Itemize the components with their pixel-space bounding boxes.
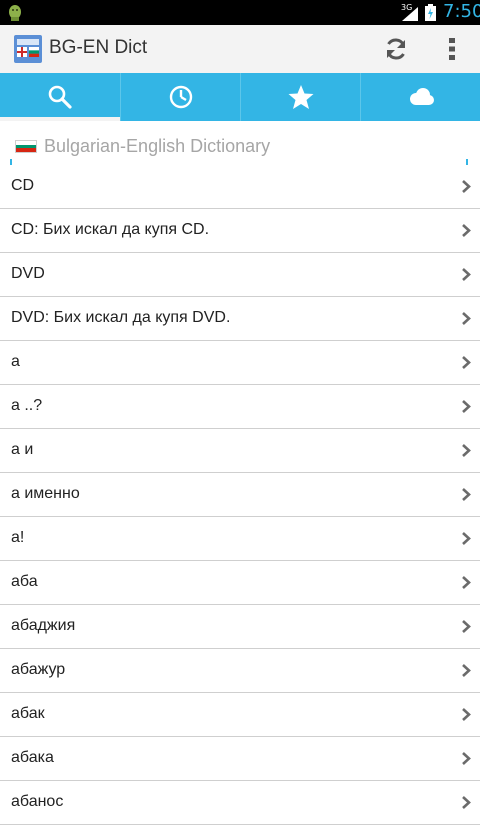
chevron-right-icon (462, 268, 471, 281)
app-title: BG-EN Dict (49, 37, 148, 58)
list-item[interactable]: CD (0, 165, 480, 209)
list-item[interactable]: абаджия (0, 605, 480, 649)
search-bar (0, 121, 480, 167)
tab-favorites[interactable] (240, 73, 360, 121)
chevron-right-icon (462, 708, 471, 721)
cloud-icon (409, 88, 434, 105)
tab-search[interactable] (0, 73, 120, 121)
list-item[interactable]: а именно (0, 473, 480, 517)
tab-history[interactable] (120, 73, 240, 121)
list-item[interactable]: DVD: Бих искал да купя DVD. (0, 297, 480, 341)
chevron-right-icon (462, 400, 471, 413)
list-item-label: а ..? (11, 397, 43, 414)
list-item-label: DVD: Бих искал да купя DVD. (11, 309, 231, 326)
list-item-label: аба (11, 573, 38, 590)
list-item-label: DVD (11, 265, 45, 282)
status-bar: 3G 7:50 (0, 0, 480, 25)
refresh-button[interactable] (376, 29, 416, 69)
list-item-label: а (11, 353, 20, 370)
list-item-label: CD: Бих искал да купя CD. (11, 221, 210, 238)
signal-strength-icon (402, 7, 418, 21)
list-item[interactable]: DVD (0, 253, 480, 297)
chevron-right-icon (462, 356, 471, 369)
list-item[interactable]: а ..? (0, 385, 480, 429)
list-item[interactable]: а (0, 341, 480, 385)
list-item-label: абанос (11, 793, 64, 810)
list-item[interactable]: абака (0, 737, 480, 781)
chevron-right-icon (462, 224, 471, 237)
chevron-right-icon (462, 576, 471, 589)
list-item[interactable]: абанос (0, 781, 480, 825)
bulgarian-flag-icon (15, 140, 37, 153)
status-clock: 7:50 (443, 1, 480, 22)
list-item[interactable]: абажур (0, 649, 480, 693)
list-item-label: CD (11, 177, 35, 194)
clock-icon (169, 85, 192, 109)
tab-cloud[interactable] (360, 73, 480, 121)
chevron-right-icon (462, 180, 471, 193)
chevron-right-icon (462, 620, 471, 633)
app-logo-icon (14, 35, 42, 63)
list-item[interactable]: аба (0, 561, 480, 605)
list-item-label: абак (11, 705, 45, 722)
more-vertical-icon (449, 38, 455, 60)
list-item-label: а! (11, 529, 25, 546)
chevron-right-icon (462, 312, 471, 325)
chevron-right-icon (462, 532, 471, 545)
refresh-icon (387, 38, 405, 60)
search-input[interactable] (44, 133, 460, 159)
chevron-right-icon (462, 664, 471, 677)
chevron-right-icon (462, 444, 471, 457)
search-icon (48, 85, 72, 109)
chevron-right-icon (462, 796, 471, 809)
chevron-right-icon (462, 752, 471, 765)
chevron-right-icon (462, 488, 471, 501)
list-item[interactable]: а и (0, 429, 480, 473)
star-icon (288, 85, 313, 109)
list-item-label: абаджия (11, 617, 76, 634)
overflow-menu-button[interactable] (436, 29, 468, 69)
list-item-label: абажур (11, 661, 66, 678)
list-item[interactable]: абак (0, 693, 480, 737)
tab-bar (0, 73, 480, 121)
list-item-label: абака (11, 749, 54, 766)
list-item[interactable]: CD: Бих искал да купя CD. (0, 209, 480, 253)
word-list: CD CD: Бих искал да купя CD. DVD DVD: Бих и… (0, 165, 480, 825)
battery-charging-icon (425, 4, 436, 21)
android-notification-icon (9, 5, 21, 21)
list-item[interactable]: а! (0, 517, 480, 561)
list-item-label: а именно (11, 485, 80, 502)
list-item-label: а и (11, 441, 34, 458)
action-bar: BG-EN Dict (0, 25, 480, 73)
